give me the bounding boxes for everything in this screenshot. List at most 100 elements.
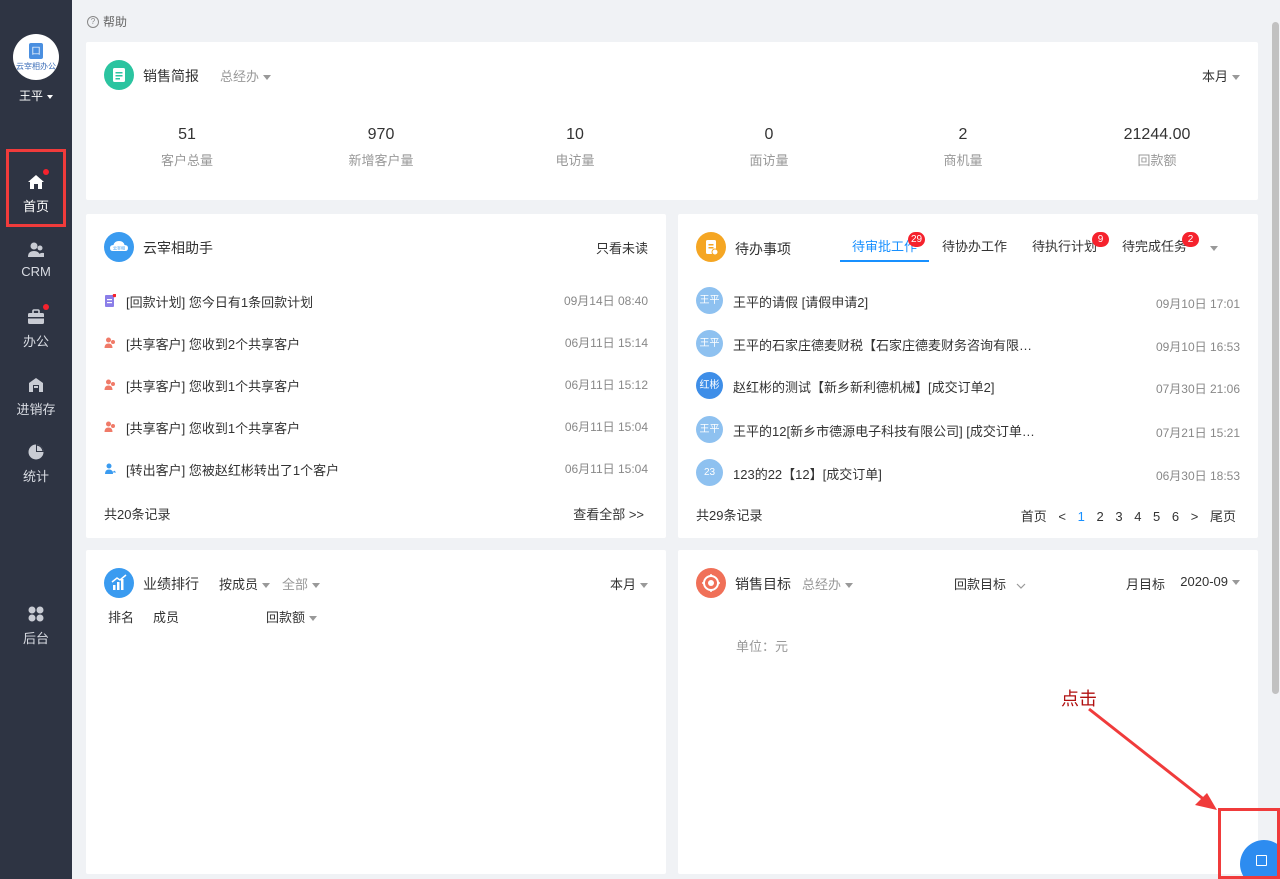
active-tab-indicator (840, 260, 929, 262)
nav-label: 后台 (22, 631, 49, 646)
unread-only-toggle[interactable]: 只看未读 (596, 238, 648, 257)
company-logo[interactable]: 囗 云宰相办公 (13, 34, 59, 80)
stat-customers-total[interactable]: 51 客户总量 (112, 126, 262, 169)
tab-pending-approval[interactable]: 待审批工作 29 (852, 232, 926, 255)
ranking-period-dropdown[interactable]: 本月 (610, 574, 648, 593)
list-item[interactable]: [回款计划] 您今日有1条回款计划 09月14日 08:40 (86, 292, 666, 312)
message-text: [共享客户] 您收到2个共享客户 (126, 337, 301, 352)
todo-total: 共29条记录 (696, 508, 763, 523)
ranking-by-dropdown[interactable]: 按成员 (219, 574, 271, 593)
transfer-customer-icon (104, 462, 117, 476)
list-item[interactable]: 王平 王平的12[新乡市德源电子科技有限公司] [成交订单… 07月21日 15… (678, 416, 1258, 444)
page-link[interactable]: 4 (1134, 509, 1141, 524)
assistant-title: 云宰相助手 (143, 240, 213, 256)
page-link[interactable]: 3 (1115, 509, 1122, 524)
scrollbar-thumb[interactable] (1272, 22, 1279, 694)
tab-complete-task[interactable]: 待完成任务 2 (1122, 232, 1199, 255)
warehouse-icon (26, 375, 46, 395)
caret-down-icon (640, 583, 648, 589)
target-period-type[interactable]: 月目标 (1126, 574, 1165, 593)
nav-item-crm[interactable]: CRM (0, 240, 72, 300)
brief-scope-dropdown[interactable]: 总经办 (220, 66, 272, 85)
tab-label: 待执行计划 (1032, 239, 1098, 254)
view-all-link[interactable]: 查看全部 >> (573, 504, 644, 523)
help-label: 帮助 (103, 15, 128, 29)
page-link[interactable]: 2 (1096, 509, 1103, 524)
message-time: 06月11日 15:04 (564, 420, 648, 434)
target-type-dropdown[interactable]: 回款目标 (954, 574, 1026, 593)
caret-down-icon (1232, 580, 1240, 586)
trend-chart-icon (104, 568, 134, 598)
next-page-link[interactable]: > (1191, 509, 1199, 524)
logo-mark-icon: 囗 (29, 42, 43, 59)
column-rank: 排名 (108, 610, 135, 625)
stat-new-customers[interactable]: 970 新增客户量 (306, 126, 456, 169)
help-link[interactable]: ? 帮助 (87, 13, 127, 30)
last-page-link[interactable]: 尾页 (1210, 509, 1236, 524)
stat-opportunities[interactable]: 2 商机量 (888, 126, 1038, 169)
list-item[interactable]: 王平 王平的请假 [请假申请2] 09月10日 17:01 (678, 287, 1258, 315)
nav-item-inventory[interactable]: 进销存 (0, 375, 72, 435)
stat-face-visits[interactable]: 0 面访量 (694, 126, 844, 169)
list-item[interactable]: [共享客户] 您收到1个共享客户 06月11日 15:04 (86, 418, 666, 438)
more-tabs-dropdown[interactable] (1206, 240, 1218, 255)
stat-label: 回款额 (1137, 153, 1177, 168)
avatar: 王平 (696, 287, 723, 314)
clipboard-icon (696, 232, 726, 262)
nav-label: 办公 (22, 334, 49, 349)
todo-card: 待办事项 待审批工作 29 待协办工作 待执行计划 9 待完成任务 2 王平 王平的请… (678, 214, 1258, 538)
tab-label: 待完成任务 (1122, 239, 1188, 254)
nav-item-office[interactable]: 办公 (0, 304, 72, 367)
caret-down-icon (262, 583, 271, 589)
stat-phone-visits[interactable]: 10 电访量 (500, 126, 650, 169)
message-time: 06月11日 15:14 (564, 336, 648, 350)
assistant-card: 云宰相 云宰相助手 只看未读 [回款计划] 您今日有1条回款计划 09月14日 … (86, 214, 666, 538)
target-scope-dropdown[interactable]: 总经办 (802, 574, 854, 593)
caret-down-icon (1210, 246, 1218, 252)
user-menu[interactable]: 王平 (0, 87, 72, 104)
todo-text: 王平的请假 [请假申请2] (733, 295, 869, 310)
first-page-link[interactable]: 首页 (1021, 509, 1047, 524)
nav-label: CRM (21, 264, 51, 279)
list-item[interactable]: [转出客户] 您被赵红彬转出了1个客户 06月11日 15:04 (86, 460, 666, 480)
todo-time: 07月21日 15:21 (1155, 426, 1240, 440)
ranking-by-label: 按成员 (219, 577, 259, 592)
prev-page-link[interactable]: < (1058, 509, 1066, 524)
assistant-total: 共20条记录 (104, 507, 171, 522)
stat-payments[interactable]: 21244.00 回款额 (1082, 126, 1232, 169)
stat-label: 新增客户量 (348, 153, 414, 168)
message-text: [共享客户] 您收到1个共享客户 (126, 421, 301, 436)
nav-item-home[interactable]: 首页 (0, 169, 72, 232)
list-item[interactable]: 红彬 赵红彬的测试【新乡新利德机械】[成交订单2] 07月30日 21:06 (678, 372, 1258, 400)
nav-item-statistics[interactable]: 统计 (0, 442, 72, 502)
todo-time: 09月10日 17:01 (1155, 297, 1240, 311)
stat-label: 客户总量 (160, 153, 213, 168)
target-month-dropdown[interactable]: 2020-09 (1180, 574, 1240, 589)
count-badge: 29 (908, 232, 926, 247)
sort-icon (309, 616, 318, 622)
page-link[interactable]: 6 (1172, 509, 1179, 524)
list-item[interactable]: [共享客户] 您收到2个共享客户 06月11日 15:14 (86, 334, 666, 354)
tab-label: 待协办工作 (942, 239, 1008, 254)
grid-icon (26, 604, 46, 624)
page-link[interactable]: 5 (1153, 509, 1160, 524)
page-link[interactable]: 1 (1078, 509, 1085, 524)
caret-down-icon (845, 583, 854, 589)
stat-value: 21244.00 (1123, 126, 1191, 143)
caret-down-icon (1232, 75, 1240, 81)
target-type-label: 回款目标 (954, 577, 1007, 592)
column-payment-sort[interactable]: 回款额 (266, 607, 318, 626)
question-icon: ? (87, 15, 99, 28)
tab-execute-plan[interactable]: 待执行计划 9 (1032, 232, 1109, 255)
brief-period-dropdown[interactable]: 本月 (1202, 66, 1240, 85)
shared-customer-icon (104, 378, 116, 392)
list-item[interactable]: 23 123的22【12】[成交订单] 06月30日 18:53 (678, 459, 1258, 487)
tab-assist-work[interactable]: 待协办工作 (942, 236, 1007, 255)
pagination: 首页 < 1 2 3 4 5 6 > 尾页 (1013, 506, 1236, 525)
nav-item-admin[interactable]: 后台 (0, 604, 72, 664)
ranking-card: 业绩排行 按成员 全部 本月 排名 成员 回款额 (86, 550, 666, 874)
list-item[interactable]: [共享客户] 您收到1个共享客户 06月11日 15:12 (86, 376, 666, 396)
list-item[interactable]: 王平 王平的石家庄德麦财税【石家庄德麦财务咨询有限… 09月10日 16:53 (678, 330, 1258, 358)
ranking-scope-dropdown[interactable]: 全部 (282, 574, 321, 593)
stat-value: 2 (958, 126, 968, 143)
